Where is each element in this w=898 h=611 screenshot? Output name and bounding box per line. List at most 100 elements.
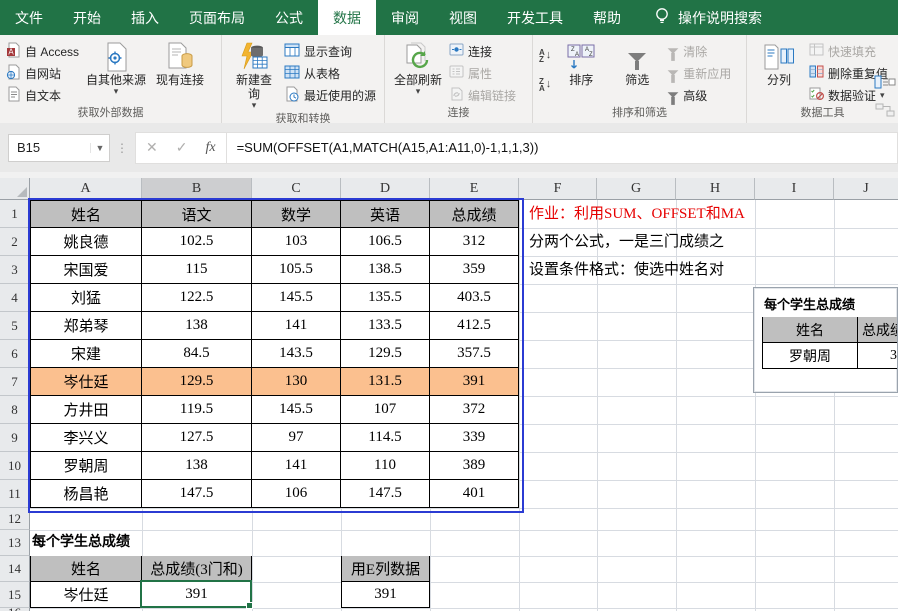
row-header-10[interactable]: 10 [0,452,30,480]
name-box[interactable]: B15 ▼ [8,133,110,162]
cell[interactable]: 刘猛 [30,284,142,312]
row-header-2[interactable]: 2 [0,228,30,256]
show-queries-button[interactable]: 显示查询 [284,41,376,61]
cell[interactable]: 312 [430,228,519,256]
text-to-columns-button[interactable]: 分列 [753,39,805,89]
connections-button[interactable]: 连接 [449,41,516,61]
col-header-a[interactable]: A [30,178,142,200]
tab-view[interactable]: 视图 [434,0,492,35]
cell[interactable]: 138 [142,312,252,340]
tab-review[interactable]: 审阅 [376,0,434,35]
cell[interactable]: 131.5 [341,368,430,396]
cell[interactable]: 110 [341,452,430,480]
header-cell[interactable]: 英语 [341,200,430,228]
cell[interactable]: 岑仕廷 [30,368,142,396]
cell[interactable]: 143.5 [252,340,341,368]
from-table-button[interactable]: 从表格 [284,63,376,83]
cell[interactable]: 郑弟琴 [30,312,142,340]
clear-filter-button[interactable]: 清除 [667,41,731,61]
row-header-4[interactable]: 4 [0,284,30,312]
tab-data[interactable]: 数据 [318,0,376,35]
cell[interactable]: 412.5 [430,312,519,340]
cell[interactable]: 106 [252,480,341,508]
summary-total-cell-b15[interactable]: 391 [142,582,252,608]
row-header-7[interactable]: 7 [0,368,30,396]
cell[interactable]: 杨昌艳 [30,480,142,508]
cell[interactable]: 105.5 [252,256,341,284]
header-cell[interactable]: 数学 [252,200,341,228]
row-header-11[interactable]: 11 [0,480,30,508]
result-panel[interactable]: 每个学生总成绩 姓名 总成绩 罗朝周 3 [753,287,898,393]
tab-developer[interactable]: 开发工具 [492,0,578,35]
refresh-all-button[interactable]: 全部刷新 ▾ [391,39,445,97]
col-header-g[interactable]: G [597,178,676,200]
formula-input[interactable]: =SUM(OFFSET(A1,MATCH(A15,A1:A11,0)-1,1,1… [226,131,898,164]
cancel-icon[interactable]: ✕ [146,139,158,156]
cell[interactable]: 357.5 [430,340,519,368]
col-header-e[interactable]: E [430,178,519,200]
cell[interactable]: 84.5 [142,340,252,368]
row-header-13[interactable]: 13 [0,530,30,556]
cell[interactable]: 391 [430,368,519,396]
tab-insert[interactable]: 插入 [116,0,174,35]
flash-fill-button[interactable]: 快速填充 [809,41,888,61]
row-header-14[interactable]: 14 [0,556,30,582]
existing-connections-button[interactable]: 现有连接 [153,39,207,89]
reapply-filter-button[interactable]: 重新应用 [667,63,731,83]
cell[interactable]: 姚良德 [30,228,142,256]
row-header-6[interactable]: 6 [0,340,30,368]
cell[interactable]: 129.5 [142,368,252,396]
tab-help[interactable]: 帮助 [578,0,636,35]
col-header-c[interactable]: C [252,178,341,200]
tab-page-layout[interactable]: 页面布局 [174,0,260,35]
summary-title[interactable]: 每个学生总成绩 [32,530,130,556]
cell[interactable]: 147.5 [341,480,430,508]
row-header-12[interactable]: 12 [0,508,30,530]
header-cell[interactable]: 语文 [142,200,252,228]
cell[interactable]: 372 [430,396,519,424]
cell[interactable]: 119.5 [142,396,252,424]
cell[interactable]: 403.5 [430,284,519,312]
sort-descending-button[interactable]: Z A ↓ [539,75,551,95]
from-other-sources-button[interactable]: 自其他来源 ▾ [83,39,149,97]
col-header-h[interactable]: H [676,178,755,200]
row-header-9[interactable]: 9 [0,424,30,452]
cell[interactable]: 115 [142,256,252,284]
name-box-caret-icon[interactable]: ▼ [90,142,109,153]
tell-me-search[interactable]: 操作说明搜索 [654,0,762,35]
relationships-icon[interactable] [874,103,898,122]
note-line-3[interactable]: 设置条件格式：使选中姓名对 [529,256,724,284]
cell[interactable]: 方井田 [30,396,142,424]
col-header-i[interactable]: I [755,178,834,200]
summary-name-cell[interactable]: 岑仕廷 [30,582,142,608]
cell[interactable]: 138 [142,452,252,480]
tab-home[interactable]: 开始 [58,0,116,35]
cell[interactable]: 102.5 [142,228,252,256]
col-header-d[interactable]: D [341,178,430,200]
cell[interactable]: 129.5 [341,340,430,368]
cell[interactable]: 106.5 [341,228,430,256]
select-all-button[interactable] [0,178,30,200]
filter-button[interactable]: 筛选 [611,39,663,89]
cell[interactable]: 145.5 [252,284,341,312]
cell[interactable]: 141 [252,452,341,480]
cell[interactable]: 147.5 [142,480,252,508]
header-cell[interactable]: 姓名 [30,200,142,228]
cell[interactable]: 114.5 [341,424,430,452]
col-header-j[interactable]: J [834,178,898,200]
col-header-b[interactable]: B [142,178,252,200]
cell[interactable]: 宋国爱 [30,256,142,284]
from-web-button[interactable]: 自网站 [6,63,79,83]
cell[interactable]: 127.5 [142,424,252,452]
cell[interactable]: 133.5 [341,312,430,340]
cell[interactable]: 130 [252,368,341,396]
row-header-8[interactable]: 8 [0,396,30,424]
from-text-button[interactable]: 自文本 [6,85,79,105]
note-line-1[interactable]: 作业：利用SUM、OFFSET和MA [529,200,745,228]
from-access-button[interactable]: A 自 Access [6,41,79,61]
cell[interactable]: 141 [252,312,341,340]
row-header-5[interactable]: 5 [0,312,30,340]
summary-header-total[interactable]: 总成绩(3门和) [142,556,252,582]
cell[interactable]: 罗朝周 [30,452,142,480]
enter-icon[interactable]: ✓ [176,139,188,156]
